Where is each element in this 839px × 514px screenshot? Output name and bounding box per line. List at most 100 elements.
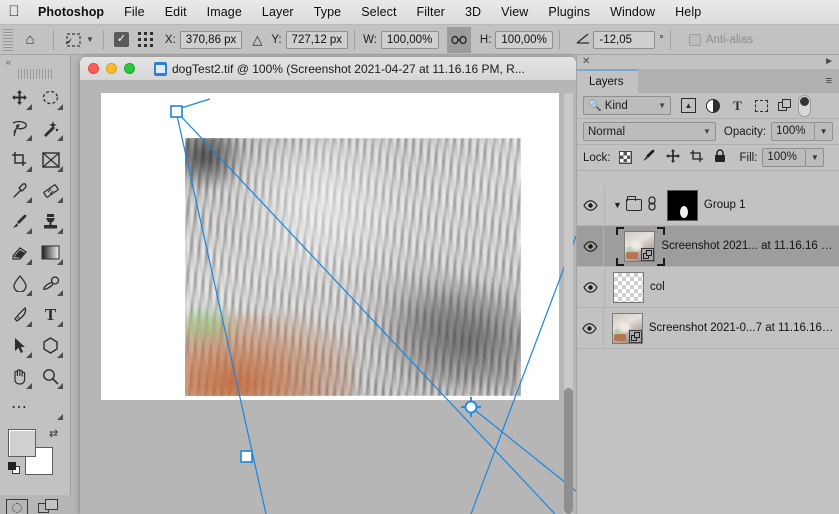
panel-menu-icon[interactable]: ≡ bbox=[826, 75, 833, 87]
eraser-tool[interactable] bbox=[4, 237, 35, 268]
layer-visibility-toggle[interactable] bbox=[577, 266, 605, 308]
clone-stamp-tool[interactable] bbox=[35, 206, 66, 237]
layer-name[interactable]: Screenshot 2021-0...7 at 11.16.16 PM bbox=[649, 322, 834, 334]
scrollbar-thumb[interactable] bbox=[564, 388, 573, 514]
canvas-vertical-scrollbar[interactable] bbox=[564, 93, 573, 514]
type-tool[interactable]: T bbox=[35, 299, 66, 330]
ellipsis-icon[interactable]: ⋯ bbox=[4, 392, 66, 423]
menu-photoshop[interactable]: Photoshop bbox=[28, 0, 114, 25]
layer-thumbnail[interactable] bbox=[611, 312, 643, 344]
lasso-tool[interactable] bbox=[4, 113, 35, 144]
collapse-chevrons-icon[interactable]: « bbox=[0, 55, 70, 69]
screen-mode-icon[interactable] bbox=[38, 499, 60, 514]
link-chain-icon[interactable] bbox=[446, 26, 471, 53]
layer-visibility-toggle[interactable] bbox=[577, 225, 605, 267]
lock-image-pixels-icon[interactable] bbox=[642, 149, 656, 166]
layer-thumbnail[interactable] bbox=[624, 230, 656, 262]
opacity-stepper-chevron-icon[interactable]: ▼ bbox=[815, 122, 834, 141]
layer-name[interactable]: Group 1 bbox=[704, 199, 746, 211]
layer-row-col[interactable]: col bbox=[577, 266, 839, 308]
swap-arrows-icon[interactable]: ⇄ bbox=[49, 427, 58, 440]
layer-visibility-toggle[interactable] bbox=[577, 184, 605, 226]
hand-tool[interactable] bbox=[4, 361, 35, 392]
move-tool[interactable] bbox=[4, 82, 35, 113]
apple-logo-icon[interactable]:  bbox=[0, 4, 28, 21]
document-title-bar[interactable]: dogTest2.tif @ 100% (Screenshot 2021-04-… bbox=[80, 57, 576, 81]
options-bar-grip[interactable] bbox=[3, 28, 13, 51]
fill-input[interactable]: 100% bbox=[762, 148, 807, 167]
dodge-tool[interactable] bbox=[35, 268, 66, 299]
close-panel-icon[interactable]: ✕ bbox=[582, 55, 590, 69]
minimize-window-button[interactable] bbox=[106, 63, 117, 74]
filter-toggle-switch[interactable] bbox=[798, 94, 811, 117]
layer-row-screenshot-bottom[interactable]: Screenshot 2021-0...7 at 11.16.16 PM bbox=[577, 307, 839, 349]
menu-file[interactable]: File bbox=[114, 0, 155, 25]
healing-brush-tool[interactable] bbox=[35, 175, 66, 206]
tool-preset-picker[interactable]: ▼ bbox=[60, 30, 97, 50]
w-input[interactable]: 100,00% bbox=[380, 30, 439, 49]
default-colors-icon[interactable] bbox=[8, 462, 21, 475]
lock-artboard-nesting-icon[interactable] bbox=[689, 149, 704, 166]
polygon-shape-tool[interactable] bbox=[35, 330, 66, 361]
menu-type[interactable]: Type bbox=[304, 0, 352, 25]
group-mask-thumbnail[interactable] bbox=[666, 189, 698, 221]
tab-layers[interactable]: Layers bbox=[577, 69, 638, 93]
lock-all-icon[interactable] bbox=[714, 149, 726, 166]
y-input[interactable]: 727,12 px bbox=[285, 30, 349, 49]
brush-tool[interactable] bbox=[4, 206, 35, 237]
menu-plugins[interactable]: Plugins bbox=[538, 0, 600, 25]
layer-thumbnail[interactable] bbox=[613, 271, 644, 303]
blur-tool[interactable] bbox=[4, 268, 35, 299]
maximize-window-button[interactable] bbox=[124, 63, 135, 74]
rotation-angle-input[interactable]: -12,05 bbox=[593, 30, 656, 49]
filter-adjustment-layers-icon[interactable] bbox=[706, 98, 720, 113]
home-icon[interactable]: ⌂ bbox=[13, 31, 47, 48]
filter-type-layers-icon[interactable]: T bbox=[730, 98, 745, 113]
toggle-reference-point-checkbox[interactable]: ✓ bbox=[113, 32, 129, 47]
lock-position-icon[interactable] bbox=[665, 149, 680, 166]
layer-name[interactable]: col bbox=[650, 281, 665, 293]
quick-mask-icon[interactable] bbox=[6, 499, 28, 514]
menu-edit[interactable]: Edit bbox=[155, 0, 197, 25]
close-window-button[interactable] bbox=[88, 63, 99, 74]
eyedropper-tool[interactable] bbox=[4, 175, 35, 206]
zoom-tool[interactable] bbox=[35, 361, 66, 392]
lock-transparent-pixels-icon[interactable] bbox=[618, 151, 632, 164]
frame-tool[interactable] bbox=[35, 144, 66, 175]
document-canvas[interactable] bbox=[101, 93, 559, 400]
menu-view[interactable]: View bbox=[491, 0, 538, 25]
pen-tool[interactable] bbox=[4, 299, 35, 330]
menu-window[interactable]: Window bbox=[600, 0, 665, 25]
anti-alias-checkbox[interactable] bbox=[688, 33, 701, 46]
group-expand-chevron-icon[interactable]: ▼ bbox=[613, 200, 622, 210]
filter-smart-object-layers-icon[interactable] bbox=[778, 98, 792, 113]
expand-panel-icon[interactable]: ► bbox=[824, 55, 834, 69]
menu-3d[interactable]: 3D bbox=[455, 0, 491, 25]
reference-point-grid-icon[interactable] bbox=[136, 30, 156, 50]
blend-mode-select[interactable]: Normal ▼ bbox=[583, 122, 716, 141]
menu-filter[interactable]: Filter bbox=[407, 0, 455, 25]
filter-pixel-layers-icon[interactable]: ▲ bbox=[681, 98, 696, 113]
menu-select[interactable]: Select bbox=[351, 0, 406, 25]
layer-name[interactable]: Screenshot 2021... at 11.16.16 PM bbox=[661, 240, 834, 252]
layer-row-group-1[interactable]: ▼ Group 1 bbox=[577, 184, 839, 226]
menu-layer[interactable]: Layer bbox=[252, 0, 304, 25]
filter-kind-select[interactable]: 🔍 Kind ▼ bbox=[583, 96, 671, 115]
toolbar-grip[interactable] bbox=[18, 69, 52, 79]
layer-visibility-toggle[interactable] bbox=[577, 307, 604, 349]
menu-image[interactable]: Image bbox=[197, 0, 252, 25]
canvas-area[interactable] bbox=[80, 81, 576, 514]
h-input[interactable]: 100,00% bbox=[495, 30, 554, 49]
elliptical-marquee-tool[interactable] bbox=[35, 82, 66, 113]
layer-link-icon[interactable] bbox=[647, 196, 657, 214]
opacity-input[interactable]: 100% bbox=[771, 122, 816, 141]
gradient-tool[interactable] bbox=[35, 237, 66, 268]
filter-shape-layers-icon[interactable] bbox=[755, 99, 768, 112]
magic-wand-tool[interactable] bbox=[35, 113, 66, 144]
foreground-color-swatch[interactable] bbox=[8, 429, 36, 457]
menu-help[interactable]: Help bbox=[665, 0, 711, 25]
x-input[interactable]: 370,86 px bbox=[179, 30, 243, 49]
path-selection-tool[interactable] bbox=[4, 330, 35, 361]
crop-tool[interactable] bbox=[4, 144, 35, 175]
fill-stepper-chevron-icon[interactable]: ▼ bbox=[806, 148, 825, 167]
